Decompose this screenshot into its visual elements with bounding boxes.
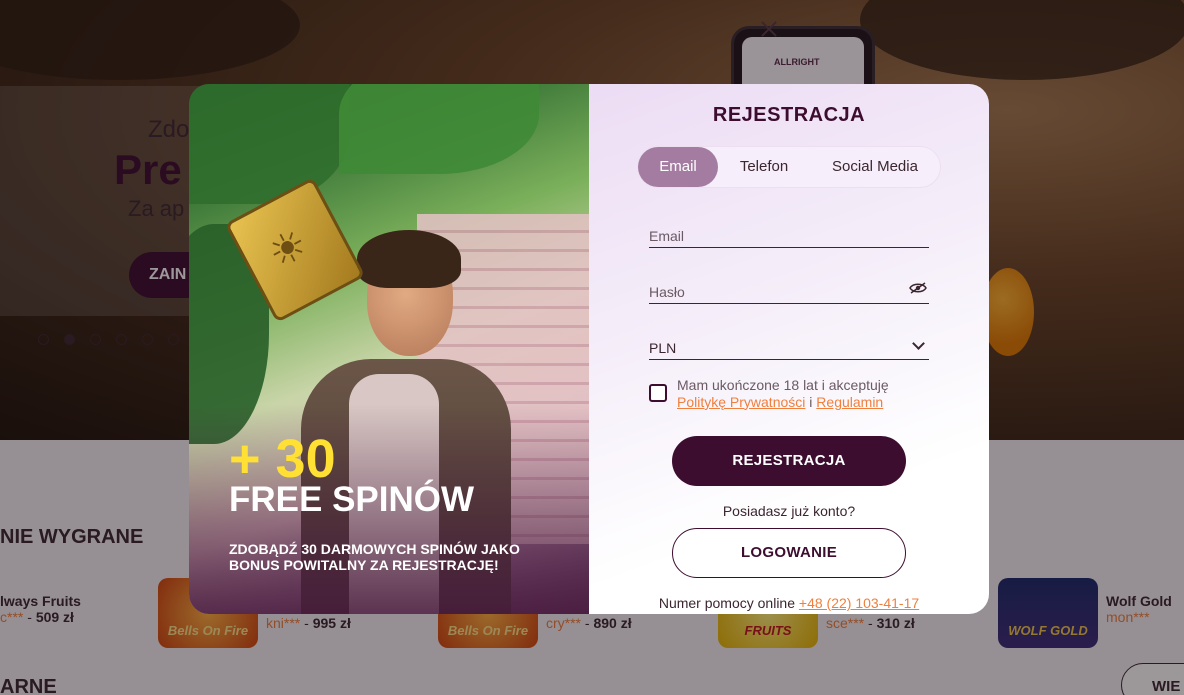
modal-title: REJESTRACJA <box>712 104 866 126</box>
currency-value: PLN <box>649 340 677 356</box>
leaf-decoration <box>339 84 539 174</box>
currency-select[interactable]: PLN <box>649 334 929 360</box>
bonus-unit: FREE SPINÓW <box>229 480 475 519</box>
registration-modal: ☀ + 30 FREE SPINÓW ZDOBĄDŹ 30 DARMOWYCH … <box>189 84 989 614</box>
close-icon[interactable] <box>756 16 782 42</box>
explorer-hair <box>357 230 461 288</box>
email-placeholder: Email <box>649 228 685 244</box>
promo-panel: ☀ + 30 FREE SPINÓW ZDOBĄDŹ 30 DARMOWYCH … <box>189 84 589 614</box>
terms-link[interactable]: Regulamin <box>816 394 883 410</box>
eye-off-icon[interactable] <box>909 282 927 294</box>
helpline: Numer pomocy online +48 (22) 103-41-17 <box>589 595 989 611</box>
bonus-description: ZDOBĄDŹ 30 DARMOWYCH SPINÓW JAKO BONUS P… <box>229 541 520 574</box>
consent-label: Mam ukończone 18 lat i akceptuję <box>677 377 889 393</box>
consent-text: Mam ukończone 18 lat i akceptuję Polityk… <box>677 377 937 411</box>
registration-method-tabs: Email Telefon Social Media <box>637 146 941 188</box>
email-field[interactable]: Email <box>649 222 929 248</box>
privacy-policy-link[interactable]: Politykę Prywatności <box>677 394 805 410</box>
register-button[interactable]: REJESTRACJA <box>672 436 906 486</box>
login-button[interactable]: LOGOWANIE <box>672 528 906 578</box>
password-field[interactable]: Hasło <box>649 278 929 304</box>
registration-form: REJESTRACJA Email Telefon Social Media E… <box>589 84 989 614</box>
bonus-amount: + 30 <box>229 429 336 489</box>
consent-separator: i <box>809 393 813 410</box>
leaf-decoration <box>189 84 349 204</box>
password-placeholder: Hasło <box>649 284 685 300</box>
helpline-number-link[interactable]: +48 (22) 103-41-17 <box>799 595 919 611</box>
tab-social-media[interactable]: Social Media <box>810 147 940 187</box>
chevron-down-icon <box>912 337 925 350</box>
tab-phone[interactable]: Telefon <box>718 147 810 187</box>
have-account-text: Posiadasz już konto? <box>722 503 856 519</box>
age-terms-checkbox[interactable] <box>649 384 667 402</box>
tab-email[interactable]: Email <box>638 147 718 187</box>
helpline-label: Numer pomocy online <box>658 595 795 611</box>
